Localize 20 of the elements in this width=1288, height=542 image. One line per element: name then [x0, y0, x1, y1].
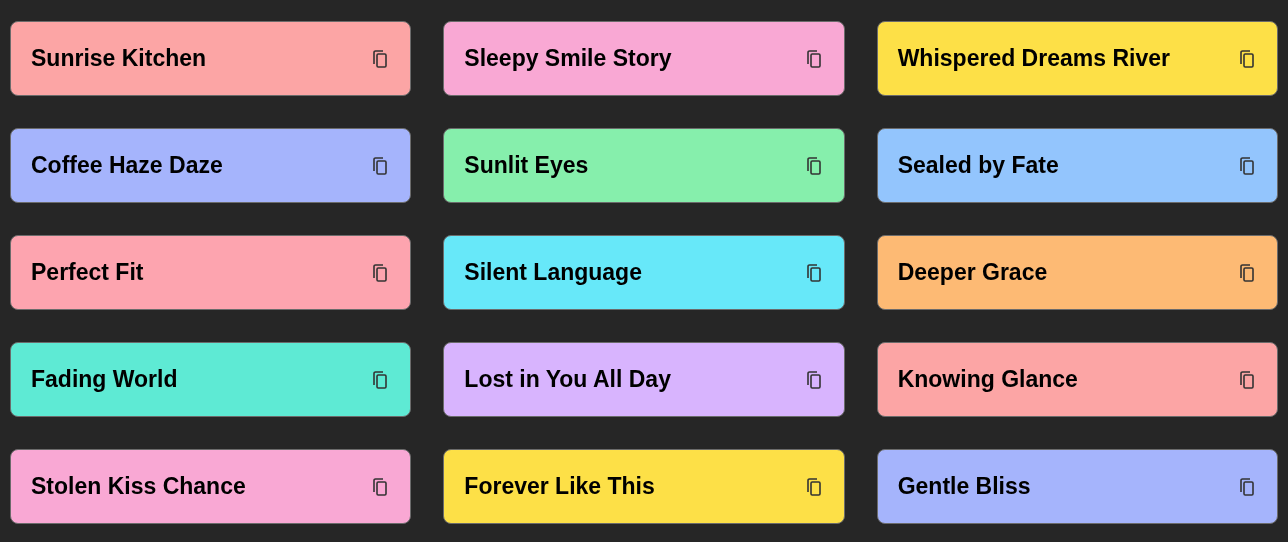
card-title: Sleepy Smile Story	[464, 44, 672, 74]
card-title: Coffee Haze Daze	[31, 151, 223, 181]
card-title: Sunrise Kitchen	[31, 44, 207, 74]
card-title: Stolen Kiss Chance	[31, 472, 246, 502]
copy-icon[interactable]	[1237, 368, 1257, 391]
card-title: Sealed by Fate	[897, 151, 1059, 181]
card-title: Perfect Fit	[31, 258, 144, 288]
card-title: Sunlit Eyes	[464, 151, 589, 181]
card-title: Whispered Dreams River	[897, 44, 1170, 74]
card-title: Knowing Glance	[897, 365, 1078, 395]
card-title: Gentle Bliss	[897, 472, 1031, 502]
card-title: Fading World	[31, 365, 178, 395]
copy-icon[interactable]	[1237, 261, 1257, 284]
card-title: Deeper Grace	[897, 258, 1048, 288]
card-title: Lost in You All Day	[464, 365, 671, 395]
copy-icon[interactable]	[1237, 47, 1257, 70]
copy-icon[interactable]	[1237, 154, 1257, 177]
card-title: Silent Language	[464, 258, 642, 288]
card-title: Forever Like This	[464, 472, 655, 502]
copy-icon[interactable]	[1237, 475, 1257, 498]
